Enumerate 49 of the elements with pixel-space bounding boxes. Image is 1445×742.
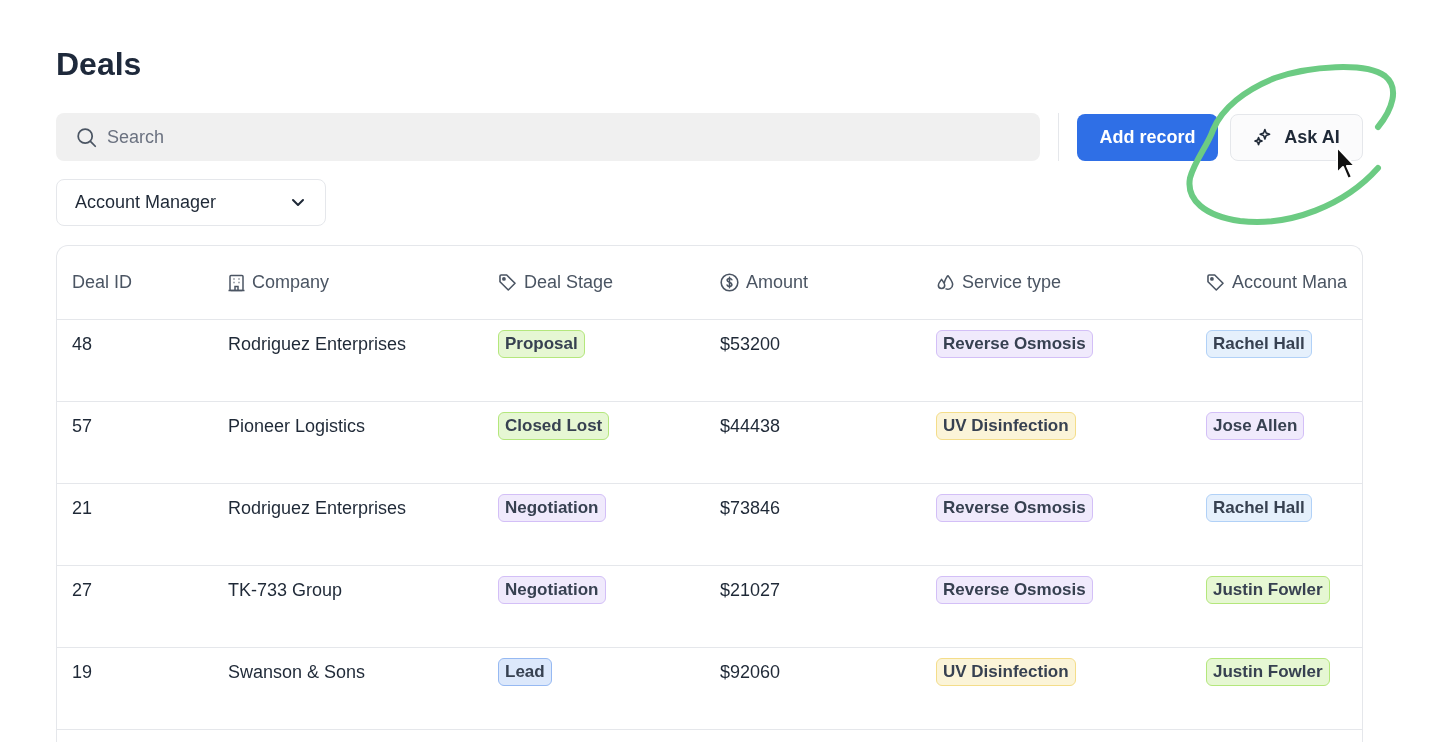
table-cell-text: TK-733 Group <box>228 578 343 602</box>
table-cell-text: $92060 <box>720 660 781 684</box>
tag-icon <box>498 273 517 292</box>
table-cell-text: $44438 <box>720 414 781 438</box>
droplets-icon <box>936 273 955 292</box>
add-record-button[interactable]: Add record <box>1077 113 1218 161</box>
column-header[interactable]: Service type <box>962 269 1062 296</box>
tag-icon <box>1206 273 1225 292</box>
tag: Reverse Osmosis <box>936 494 1093 522</box>
tag: Jose Allen <box>1206 412 1305 440</box>
column-header[interactable]: Company <box>252 269 330 296</box>
table-cell-text: $53200 <box>720 332 781 356</box>
column-header[interactable]: Amount <box>746 269 809 296</box>
table-cell-text: 19 <box>72 660 93 684</box>
chevron-down-icon <box>291 198 305 207</box>
column-header[interactable]: Deal Stage <box>524 269 614 296</box>
tag: Reverse Osmosis <box>936 576 1093 604</box>
tag: Negotiation <box>498 494 606 522</box>
search-icon <box>76 127 97 148</box>
column-header[interactable]: Account Mana <box>1232 269 1348 296</box>
table-cell-text: Swanson & Sons <box>228 660 366 684</box>
tag: Rachel Hall <box>1206 494 1312 522</box>
tag: UV Disinfection <box>936 412 1076 440</box>
search-field[interactable]: Search <box>56 113 1040 161</box>
dollar-circle-icon <box>720 273 739 292</box>
tag: Rachel Hall <box>1206 330 1312 358</box>
column-header[interactable]: Deal ID <box>72 269 133 296</box>
tag: Justin Fowler <box>1206 658 1330 686</box>
table-cell-text: Rodriguez Enterprises <box>228 332 407 356</box>
table-cell-text: Pioneer Logistics <box>228 414 366 438</box>
building-icon <box>228 273 245 292</box>
tag: Proposal <box>498 330 585 358</box>
tag: Justin Fowler <box>1206 576 1330 604</box>
tag: Lead <box>498 658 552 686</box>
table-cell-text: $21027 <box>720 578 781 602</box>
table-cell-text: 48 <box>72 332 93 356</box>
tag: Closed Lost <box>498 412 610 440</box>
tag: Negotiation <box>498 576 606 604</box>
table-cell-text: Rodriguez Enterprises <box>228 496 407 520</box>
ask-ai-button[interactable]: Ask AI <box>1230 113 1363 161</box>
tag: UV Disinfection <box>936 658 1076 686</box>
tag: Reverse Osmosis <box>936 330 1093 358</box>
table-cell-text: 27 <box>72 578 93 602</box>
sparkle-icon <box>1253 127 1273 147</box>
table-cell-text: 21 <box>72 496 93 520</box>
filter-dropdown[interactable]: Account Manager <box>56 179 326 226</box>
page-title: Deals <box>56 45 143 84</box>
table-cell-text: 57 <box>72 414 93 438</box>
table-cell-text: $73846 <box>720 496 781 520</box>
